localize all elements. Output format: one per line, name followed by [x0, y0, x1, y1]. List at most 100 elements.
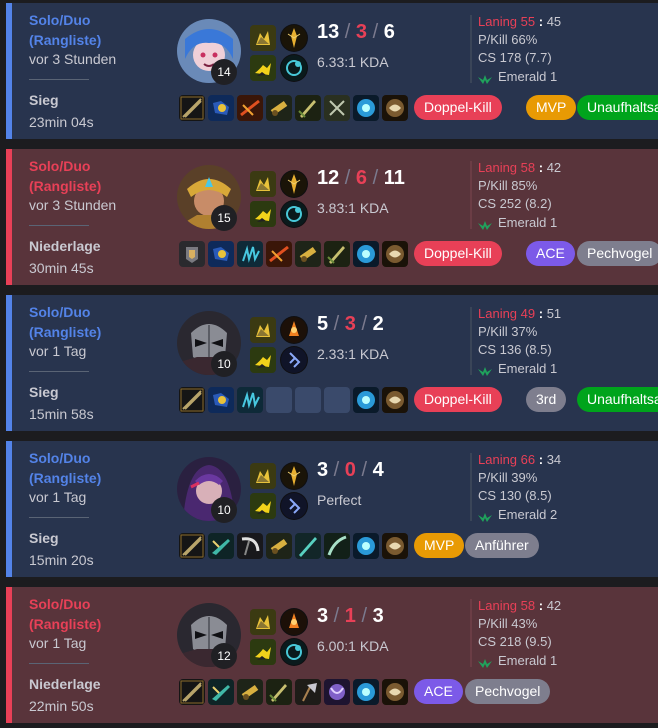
ward-trinket-icon[interactable]	[353, 95, 379, 121]
achievement-badge: ACE	[414, 679, 463, 704]
sorcery-rune-icon[interactable]	[280, 54, 308, 82]
cannon-item-icon[interactable]	[266, 95, 292, 121]
sword-item-icon[interactable]	[179, 679, 205, 705]
match-row[interactable]: Solo/Duo (Rangliste) vor 1 Tag Sieg 15min 20…	[6, 441, 658, 577]
flash-icon[interactable]	[250, 347, 276, 373]
empty-item-slot	[324, 387, 350, 413]
armor-item-icon[interactable]	[179, 241, 205, 267]
bow-item-icon[interactable]	[266, 241, 292, 267]
cannon-item-icon[interactable]	[237, 679, 263, 705]
kda-score: 12 / 6 / 11	[317, 167, 405, 190]
lens-trinket-icon[interactable]	[382, 679, 408, 705]
kill-participation: P/Kill 66%	[478, 32, 538, 47]
laning-score: Laning 49 : 51	[478, 306, 561, 321]
match-row[interactable]: Solo/Duo (Rangliste) vor 1 Tag Niederlage 22…	[6, 587, 658, 723]
lens-trinket-icon[interactable]	[382, 387, 408, 413]
purple-orb-item-icon[interactable]	[324, 679, 350, 705]
emerald-rank-icon	[478, 365, 492, 376]
flash-icon[interactable]	[250, 201, 276, 227]
sorcery-rune-icon[interactable]	[280, 638, 308, 666]
achievement-badge: Doppel-Kill	[414, 387, 502, 412]
rank-label: Emerald 1	[498, 653, 558, 668]
stats-divider	[470, 453, 472, 521]
ghost-icon[interactable]	[250, 317, 276, 343]
kills: 5	[317, 313, 329, 335]
blade-item-icon[interactable]	[324, 241, 350, 267]
laning-label: Laning	[478, 452, 518, 467]
curved-blade-item-icon[interactable]	[324, 533, 350, 559]
average-rank: Emerald 1	[478, 69, 557, 84]
ward-trinket-icon[interactable]	[353, 241, 379, 267]
cannon-item-icon[interactable]	[266, 533, 292, 559]
boots-item-icon[interactable]	[208, 95, 234, 121]
queue-name: Solo/Duo	[29, 304, 91, 320]
average-rank: Emerald 1	[478, 361, 557, 376]
kill-participation: P/Kill 85%	[478, 178, 538, 193]
ward-trinket-icon[interactable]	[353, 387, 379, 413]
laning-self: 49	[520, 306, 536, 321]
laning-colon: :	[535, 598, 547, 613]
lens-trinket-icon[interactable]	[382, 95, 408, 121]
claw-item-icon[interactable]	[237, 387, 263, 413]
lethal-tempo-rune-icon[interactable]	[280, 170, 308, 198]
queue-subtitle: (Rangliste)	[29, 324, 102, 340]
queue-type: Solo/Duo (Rangliste)	[29, 448, 101, 488]
kills: 3	[317, 459, 329, 481]
boots-item-icon[interactable]	[208, 387, 234, 413]
ghost-icon[interactable]	[250, 171, 276, 197]
laning-score: Laning 58 : 42	[478, 598, 561, 613]
scythe-item-icon[interactable]	[237, 533, 263, 559]
flash-icon[interactable]	[250, 55, 276, 81]
conqueror-rune-icon[interactable]	[280, 608, 308, 636]
match-row[interactable]: Solo/Duo (Rangliste) vor 1 Tag Sieg 15min 58…	[6, 295, 658, 431]
match-duration: 22min 50s	[29, 698, 94, 714]
champion-level-badge: 15	[211, 205, 237, 231]
match-row[interactable]: Solo/Duo (Rangliste) vor 3 Stunden Niederla…	[6, 149, 658, 285]
champion-level-badge: 14	[211, 59, 237, 85]
lens-trinket-icon[interactable]	[382, 533, 408, 559]
lethal-tempo-rune-icon[interactable]	[280, 24, 308, 52]
achievement-badge: 3rd	[526, 387, 567, 412]
dagger-item-icon[interactable]	[324, 95, 350, 121]
claw-item-icon[interactable]	[237, 241, 263, 267]
ghost-icon[interactable]	[250, 609, 276, 635]
inspiration-rune-icon[interactable]	[280, 492, 308, 520]
creep-score: CS 178 (7.7)	[478, 50, 552, 65]
teal-sword-item-icon[interactable]	[295, 533, 321, 559]
kda-separator: /	[367, 167, 384, 189]
match-row[interactable]: Solo/Duo (Rangliste) vor 3 Stunden Sieg 23mi…	[6, 3, 658, 139]
sword-item-icon[interactable]	[179, 95, 205, 121]
lethal-tempo-rune-icon[interactable]	[280, 462, 308, 490]
match-duration: 15min 58s	[29, 406, 94, 422]
teal-blade-item-icon[interactable]	[208, 533, 234, 559]
average-rank: Emerald 1	[478, 215, 557, 230]
creep-score: CS 252 (8.2)	[478, 196, 552, 211]
flash-icon[interactable]	[250, 493, 276, 519]
kda-ratio: 6.00:1 KDA	[317, 638, 389, 654]
teal-blade-item-icon[interactable]	[208, 679, 234, 705]
cannon-item-icon[interactable]	[295, 241, 321, 267]
boots-item-icon[interactable]	[208, 241, 234, 267]
sword-item-icon[interactable]	[179, 533, 205, 559]
ward-trinket-icon[interactable]	[353, 679, 379, 705]
flash-icon[interactable]	[250, 639, 276, 665]
sword-item-icon[interactable]	[179, 387, 205, 413]
lens-trinket-icon[interactable]	[382, 241, 408, 267]
kda-ratio: 3.83:1 KDA	[317, 200, 389, 216]
ghost-icon[interactable]	[250, 25, 276, 51]
inspiration-rune-icon[interactable]	[280, 346, 308, 374]
blade-item-icon[interactable]	[295, 95, 321, 121]
stats-divider	[470, 599, 472, 667]
kill-participation: P/Kill 37%	[478, 324, 538, 339]
deaths: 3	[344, 313, 356, 335]
kda-separator: /	[339, 21, 356, 43]
blade-item-icon[interactable]	[266, 679, 292, 705]
emerald-rank-icon	[478, 73, 492, 84]
ward-trinket-icon[interactable]	[353, 533, 379, 559]
bow-item-icon[interactable]	[237, 95, 263, 121]
ghost-icon[interactable]	[250, 463, 276, 489]
axe-item-icon[interactable]	[295, 679, 321, 705]
conqueror-rune-icon[interactable]	[280, 316, 308, 344]
deaths: 3	[355, 21, 368, 43]
sorcery-rune-icon[interactable]	[280, 200, 308, 228]
